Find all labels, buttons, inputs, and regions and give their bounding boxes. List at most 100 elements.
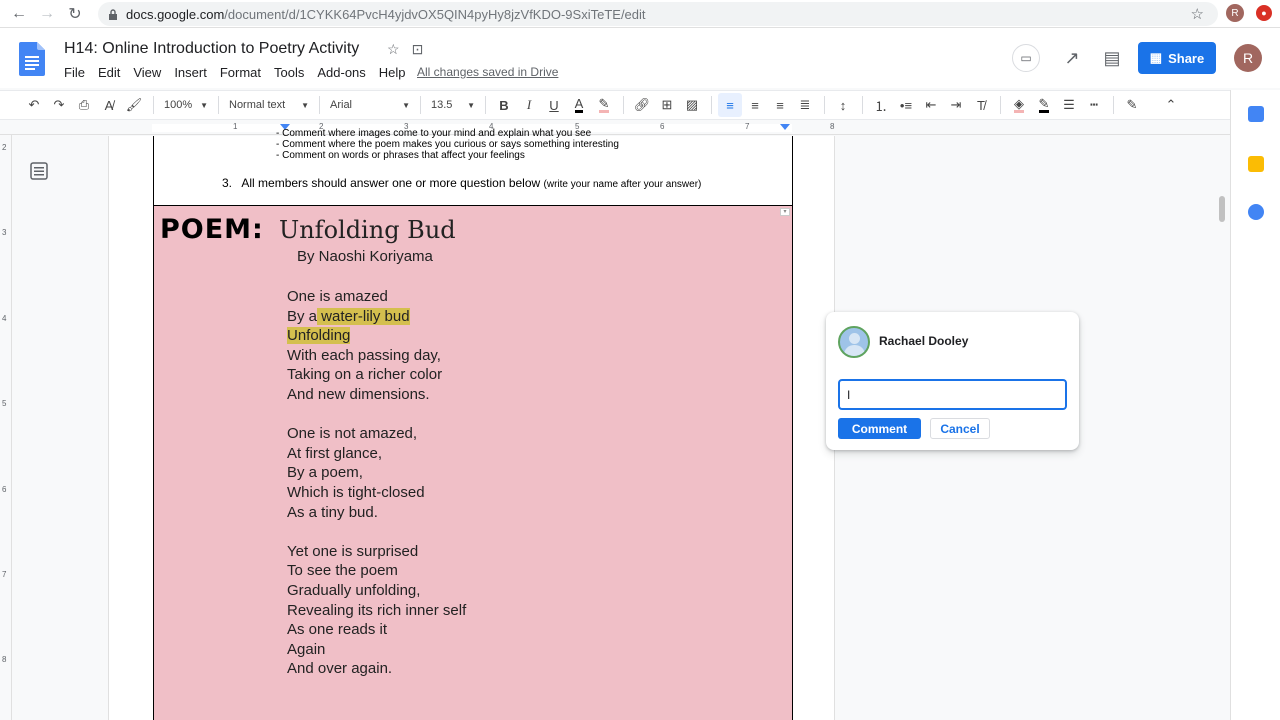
poem-line: Revealing its rich inner self [287,601,467,619]
decrease-indent-icon[interactable]: ⇤ [919,93,943,117]
numbered-list-icon[interactable]: ⒈ [869,93,893,117]
bullet-text: Comment where the poem makes you curious… [282,139,619,150]
poem-line: As a tiny bud. [287,503,378,521]
menu-format[interactable]: Format [220,65,261,80]
comments-icon[interactable]: ▤ [1098,44,1126,72]
poem-table-cell[interactable]: ▾ POEM: Unfolding Bud By Naoshi Koriyama… [153,206,793,720]
tasks-icon[interactable] [1248,204,1264,220]
comment-input[interactable] [838,379,1067,410]
style-select[interactable]: Normal text ▼ [225,93,313,117]
collapse-menus-icon[interactable]: ⌃ [1159,93,1183,117]
vruler-number: 2 [2,143,7,152]
doc-title[interactable]: H14: Online Introduction to Poetry Activ… [64,40,359,58]
vertical-ruler[interactable]: 2 3 4 5 6 7 8 [0,135,12,720]
spellcheck-icon[interactable]: A̸ [97,93,121,117]
undo-icon[interactable]: ↶ [22,93,46,117]
menu-tools[interactable]: Tools [274,65,304,80]
bulleted-list-icon[interactable]: •≡ [894,93,918,117]
document-scrollbar[interactable] [1219,196,1225,222]
toolbar-divider [485,96,486,114]
paint-format-icon[interactable]: 🖌︎ [122,93,146,117]
toolbar-divider [319,96,320,114]
zoom-select[interactable]: 100% ▼ [160,93,212,117]
ruler-number: 8 [830,122,835,131]
bullet-item: - Comment on words or phrases that affec… [276,150,525,161]
lock-icon [109,8,117,20]
move-folder-icon[interactable]: ⊡ [412,41,424,58]
back-icon[interactable]: ← [8,3,30,25]
highlighted-phrase[interactable]: water-lily bud [317,307,410,325]
menu-help[interactable]: Help [379,65,406,80]
menu-addons[interactable]: Add-ons [317,65,365,80]
share-button[interactable]: ▦ Share [1138,42,1216,74]
align-left-icon[interactable]: ≡ [718,93,742,117]
border-color-icon[interactable]: ✎ [1032,93,1056,117]
border-width-icon[interactable]: ☰ [1057,93,1081,117]
menu-edit[interactable]: Edit [98,65,120,80]
italic-icon[interactable]: I [517,93,541,117]
highlight-color-icon[interactable]: ✎ [592,93,616,117]
meet-icon[interactable]: ▭ [1012,44,1040,72]
ruler-number: 7 [745,122,750,131]
commenter-name: Rachael Dooley [879,334,969,348]
star-icon[interactable]: ☆ [387,41,400,58]
horizontal-ruler[interactable]: 1 2 3 4 5 6 7 8 [0,121,1230,135]
calendar-icon[interactable] [1248,106,1264,122]
browser-profile-avatar[interactable]: R [1226,4,1244,22]
align-justify-icon[interactable]: ≣ [793,93,817,117]
document-outline-icon[interactable] [30,162,48,180]
table-cell-menu-icon[interactable]: ▾ [780,208,790,216]
address-bar[interactable]: docs.google.com/document/d/1CYKK64PvcH4y… [98,2,1218,26]
menu-file[interactable]: File [64,65,85,80]
print-icon[interactable]: ⎙ [72,93,96,117]
docs-logo-icon[interactable] [19,42,45,76]
fill-color-icon[interactable]: ◈ [1007,93,1031,117]
font-size-select[interactable]: 13.5 ▼ [427,93,479,117]
forward-icon[interactable]: → [36,3,58,25]
question-note: (write your name after your answer) [543,179,702,190]
document-page[interactable]: - Comment where images come to your mind… [108,128,835,720]
line-spacing-icon[interactable]: ↕ [831,93,855,117]
text-color-icon[interactable]: A [567,93,591,117]
editing-mode-icon[interactable]: ✎ [1120,93,1144,117]
poem-line: One is not amazed, [287,425,418,443]
poem-line: At first glance, [287,444,383,462]
poem-line-prefix: By a [287,307,318,325]
keep-icon[interactable] [1248,156,1264,172]
chevron-down-icon: ▼ [467,100,475,110]
instructions-table-cell[interactable]: - Comment where images come to your mind… [153,128,793,206]
link-icon[interactable]: 🔗︎ [630,93,654,117]
bold-icon[interactable]: B [492,93,516,117]
font-select[interactable]: Arial ▼ [326,93,414,117]
activity-trend-icon[interactable]: ↗ [1058,44,1086,72]
align-center-icon[interactable]: ≡ [743,93,767,117]
menu-insert[interactable]: Insert [174,65,207,80]
align-right-icon[interactable]: ≡ [768,93,792,117]
toolbar-divider [218,96,219,114]
menu-view[interactable]: View [133,65,161,80]
reload-icon[interactable]: ↻ [64,3,86,25]
right-indent-marker[interactable] [780,124,790,130]
border-dash-icon[interactable]: ┅ [1082,93,1106,117]
share-building-icon: ▦ [1149,50,1163,65]
insert-image-icon[interactable]: ▨ [680,93,704,117]
poem-line: As one reads it [287,621,388,639]
saved-status-link[interactable]: All changes saved in Drive [417,65,558,79]
clear-formatting-icon[interactable]: T̸ [969,93,993,117]
poem-line [287,405,466,425]
bookmark-star-icon[interactable]: ☆ [1191,5,1204,23]
highlighted-phrase[interactable]: Unfolding [287,327,351,345]
redo-icon[interactable]: ↷ [47,93,71,117]
increase-indent-icon[interactable]: ⇥ [944,93,968,117]
add-comment-icon[interactable]: ⊞ [655,93,679,117]
comment-submit-button[interactable]: Comment [838,418,921,439]
poem-line: Which is tight-closed [287,483,425,501]
question-number: 3. [222,176,233,190]
toolbar-divider [623,96,624,114]
menu-bar: File Edit View Insert Format Tools Add-o… [64,65,419,80]
underline-icon[interactable]: U [542,93,566,117]
extension-icon[interactable]: ● [1256,5,1272,21]
comment-cancel-button[interactable]: Cancel [930,418,990,439]
account-avatar[interactable]: R [1234,44,1262,72]
share-label: Share [1168,50,1205,66]
